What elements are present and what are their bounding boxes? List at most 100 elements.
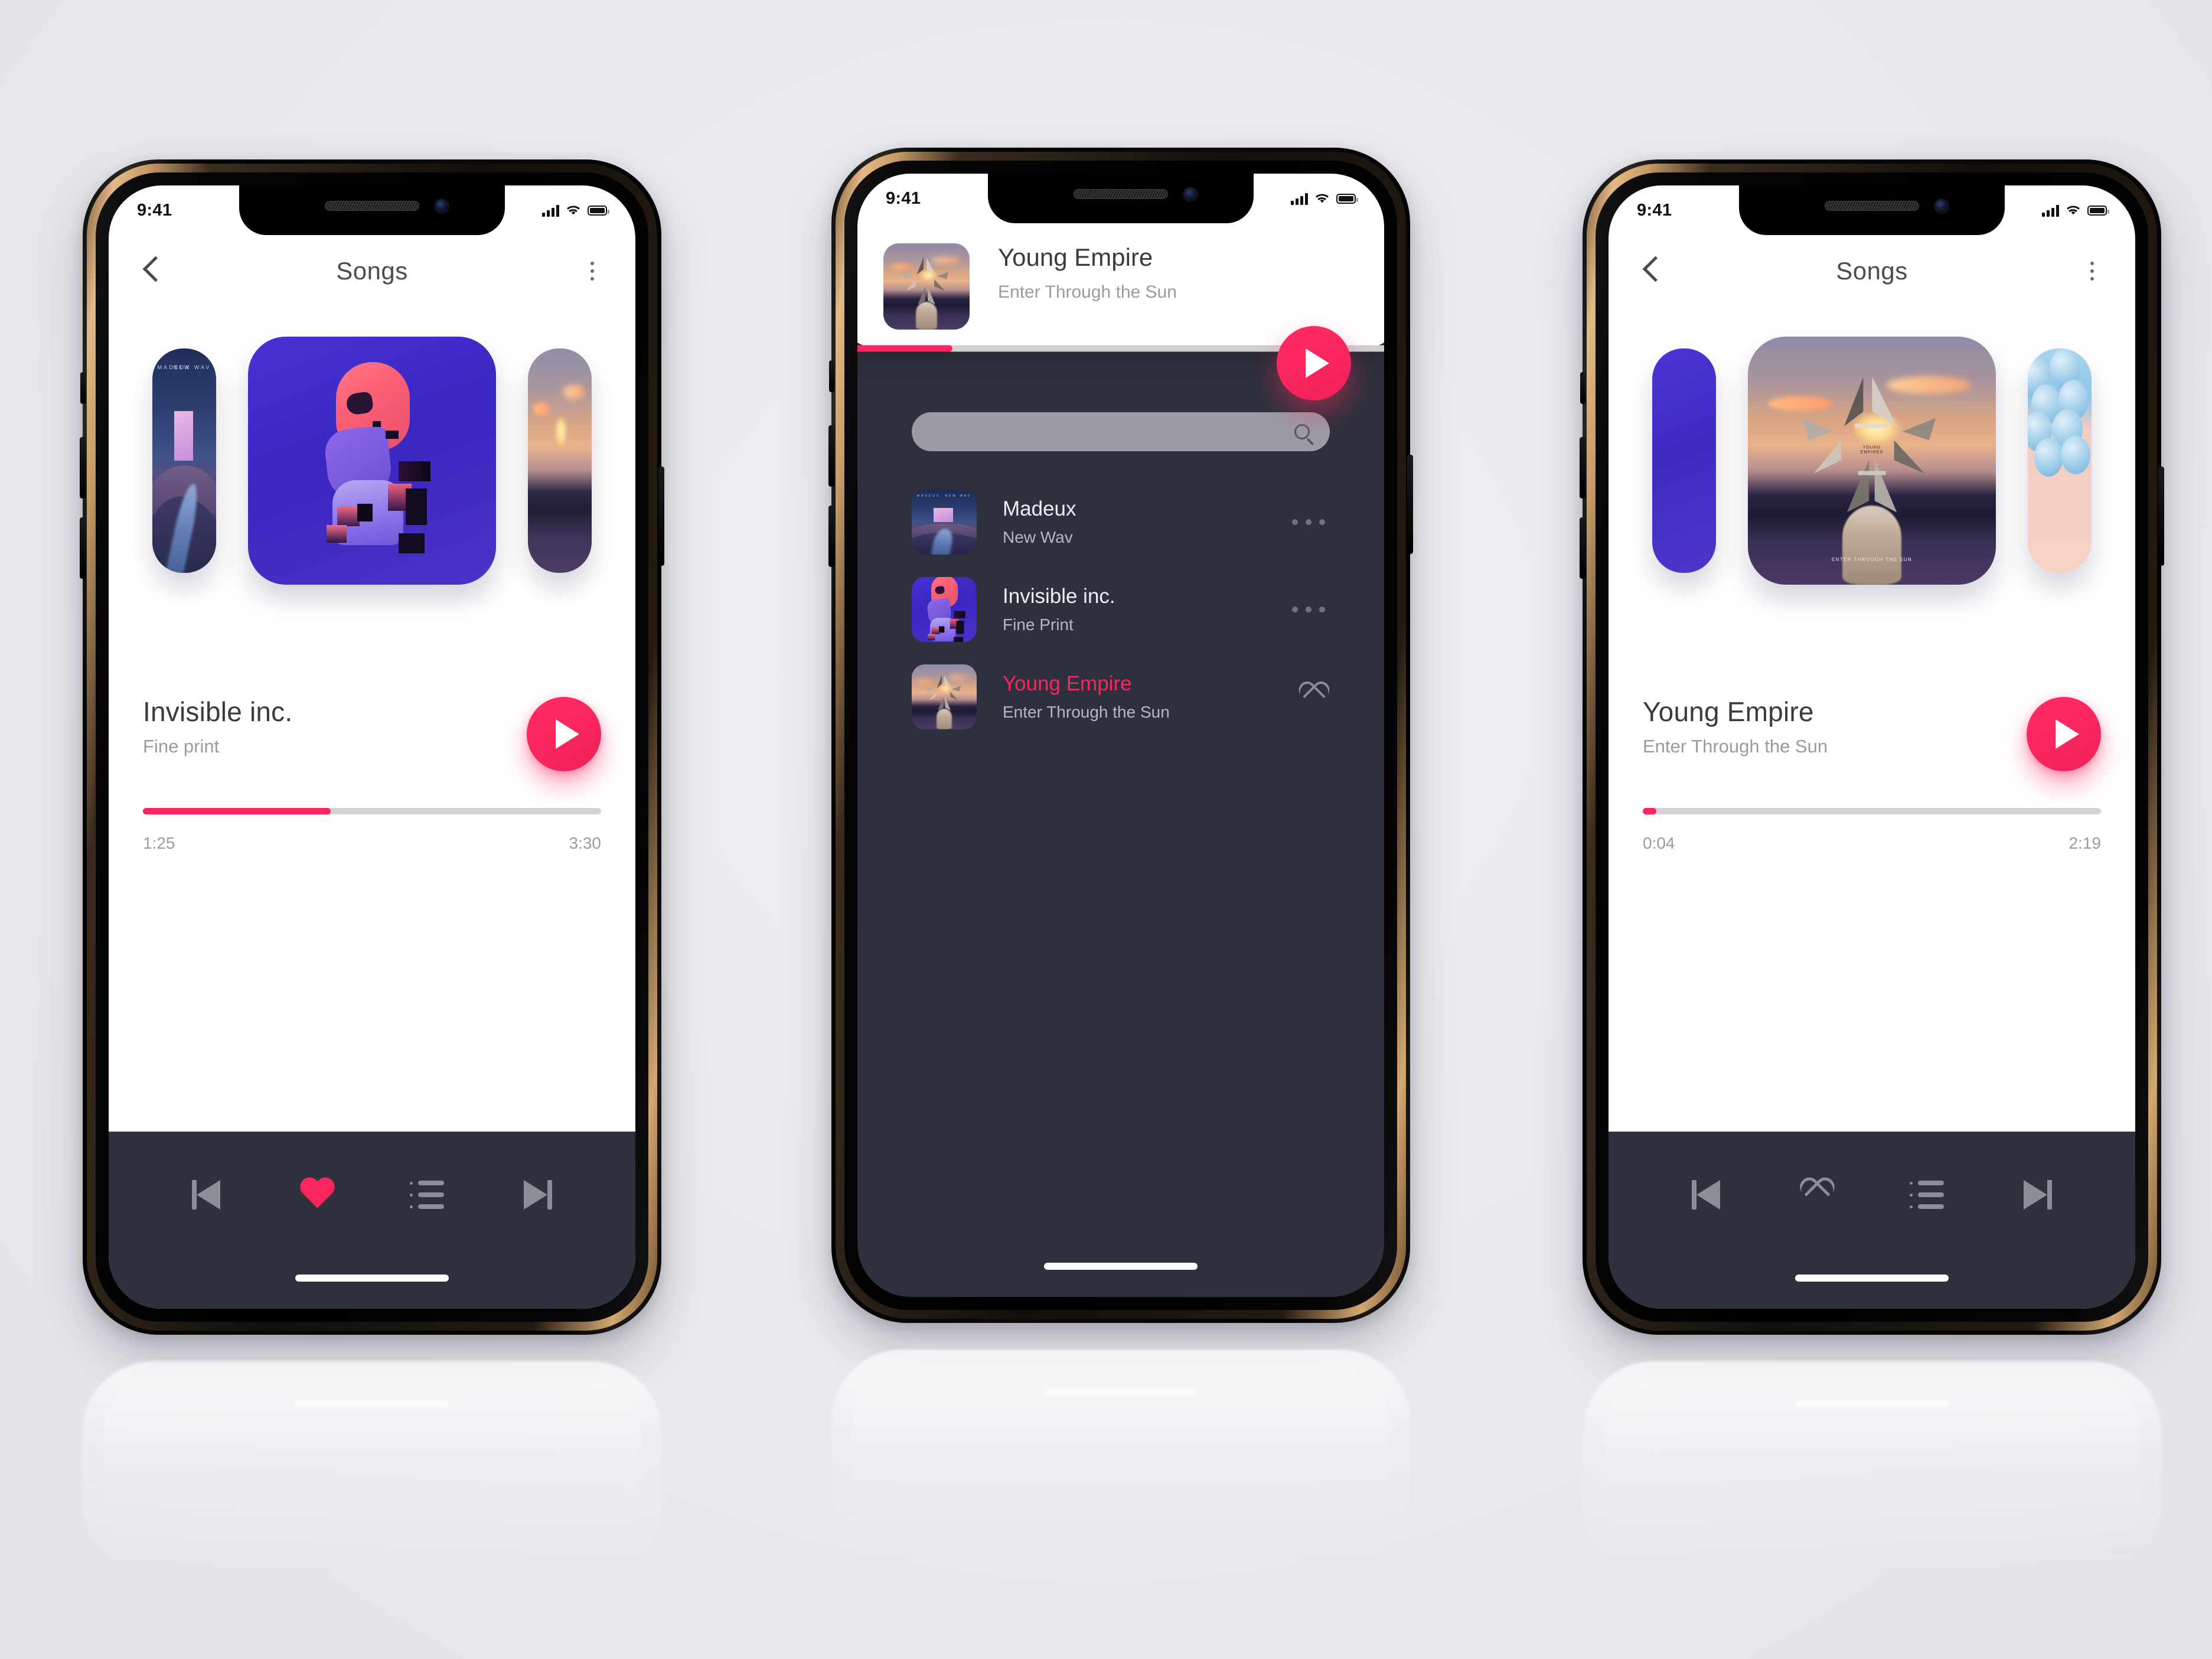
status-time: 9:41 — [886, 188, 921, 208]
carousel-cover-current[interactable]: YOUNG EMPIRES ENTER THROUGH THE SUN — [1748, 337, 1996, 585]
progress-fill — [1643, 808, 1657, 814]
song-subtitle: Enter Through the Sun — [1003, 703, 1170, 721]
cover-label-right: NEW WAV — [173, 364, 211, 370]
bottom-nav — [1609, 1132, 2135, 1309]
skip-previous-icon[interactable] — [188, 1175, 227, 1214]
carousel-cover-previous[interactable]: MADEUX NEW WAV — [152, 348, 216, 573]
track-artist: Enter Through the Sun — [998, 282, 1177, 302]
page-title: Songs — [336, 257, 408, 285]
bottom-nav — [109, 1132, 635, 1309]
home-indicator[interactable] — [295, 1275, 449, 1282]
now-playing-panel: Young Empire Enter Through the Sun 0:04 … — [1609, 682, 2135, 1132]
play-button[interactable] — [2027, 697, 2101, 771]
play-icon — [1305, 348, 1329, 378]
carousel-cover-next[interactable] — [2028, 348, 2092, 573]
home-indicator[interactable] — [1795, 1275, 1949, 1282]
progress-slider[interactable] — [143, 808, 601, 814]
song-title: Invisible inc. — [1003, 585, 1115, 608]
song-artwork — [912, 577, 977, 642]
cellular-signal-icon — [542, 204, 559, 217]
power-button[interactable] — [658, 467, 664, 566]
earpiece-speaker — [1074, 189, 1168, 199]
page-title: Songs — [1836, 257, 1908, 285]
song-meta: Madeux New Wav — [1003, 497, 1266, 547]
volume-up-button[interactable] — [828, 425, 834, 487]
play-button[interactable] — [1277, 326, 1351, 400]
song-artwork — [912, 664, 977, 729]
heart-filled-icon[interactable] — [298, 1175, 337, 1214]
volume-up-button[interactable] — [1580, 437, 1585, 498]
now-playing-thumbnail — [883, 243, 970, 330]
battery-full-icon — [588, 205, 609, 216]
skip-previous-icon[interactable] — [1688, 1175, 1727, 1214]
song-list: MADEUX NEW WAV Madeux New Wav Invisible … — [912, 478, 1330, 741]
phone-3: 9:41 Songs YOUNG EMPIRES ENTER THROUGH T… — [1580, 159, 2164, 1335]
now-playing-text: Young Empire Enter Through the Sun — [1643, 696, 1828, 757]
more-horizontal-icon[interactable] — [1292, 519, 1330, 525]
volume-up-button[interactable] — [80, 437, 86, 498]
screens-stage: 9:41 Songs MADEUX NEW WAV Invisible inc.… — [0, 0, 2212, 1659]
progress-slider[interactable] — [1643, 808, 2101, 814]
carousel-fade — [1609, 599, 2135, 687]
search-icon — [1294, 424, 1310, 439]
play-button[interactable] — [527, 697, 601, 771]
phone-2-screen: Young Empire Enter Through the Sun 9:41 — [857, 174, 1384, 1297]
list-item[interactable]: MADEUX NEW WAV Madeux New Wav — [912, 478, 1330, 566]
album-carousel[interactable]: MADEUX NEW WAV — [109, 307, 635, 614]
now-playing-card-text: Young Empire Enter Through the Sun — [998, 243, 1177, 302]
carousel-cover-current[interactable] — [248, 337, 496, 585]
phone-1-screen: 9:41 Songs MADEUX NEW WAV Invisible inc.… — [109, 185, 635, 1309]
time-labels: 0:04 2:19 — [1643, 834, 2101, 853]
skip-next-icon[interactable] — [2017, 1175, 2056, 1214]
power-button[interactable] — [2158, 467, 2164, 566]
playlist-icon[interactable] — [1907, 1175, 1946, 1214]
progress-fill — [143, 808, 331, 814]
heart-outline-icon[interactable] — [1797, 1175, 1836, 1214]
carousel-fade — [109, 599, 635, 687]
phone-3-reflection — [1583, 1361, 2161, 1574]
mute-switch[interactable] — [829, 360, 834, 392]
cover-river — [164, 483, 203, 573]
now-playing-panel: Invisible inc. Fine print 1:25 3:30 — [109, 682, 635, 1132]
mute-switch[interactable] — [80, 372, 86, 404]
device-notch — [1739, 185, 2005, 235]
song-meta: Invisible inc. Fine Print — [1003, 585, 1266, 634]
phone-2: Young Empire Enter Through the Sun 9:41 — [828, 148, 1413, 1323]
battery-full-icon — [2087, 205, 2109, 216]
search-input[interactable] — [912, 412, 1330, 451]
album-carousel[interactable]: YOUNG EMPIRES ENTER THROUGH THE SUN — [1609, 307, 2135, 614]
chevron-left-icon[interactable] — [142, 255, 162, 287]
list-item[interactable]: Invisible inc. Fine Print — [912, 566, 1330, 653]
carousel-cover-next[interactable] — [528, 348, 592, 573]
total-duration: 2:19 — [2069, 834, 2102, 852]
heart-outline-icon[interactable] — [1298, 682, 1330, 712]
album-art-graphic: YOUNG EMPIRES — [1802, 376, 1941, 515]
playlist-icon[interactable] — [407, 1175, 446, 1214]
carousel-cover-previous[interactable] — [1652, 348, 1716, 573]
status-time: 9:41 — [1637, 200, 1672, 220]
chevron-left-icon[interactable] — [1642, 255, 1662, 287]
track-title: Young Empire — [1643, 696, 1814, 727]
mute-switch[interactable] — [1580, 372, 1585, 404]
app-header: Songs — [109, 235, 635, 307]
earpiece-speaker — [325, 201, 419, 211]
cellular-signal-icon — [1291, 193, 1308, 205]
status-indicators — [2042, 204, 2109, 217]
track-title: Young Empire — [998, 243, 1153, 271]
more-horizontal-icon[interactable] — [1292, 607, 1330, 612]
more-vertical-icon[interactable] — [2082, 255, 2102, 287]
home-indicator[interactable] — [1044, 1263, 1198, 1270]
volume-down-button[interactable] — [80, 517, 86, 579]
wifi-icon — [1316, 194, 1329, 203]
album-art-graphic — [316, 362, 430, 554]
volume-down-button[interactable] — [1580, 517, 1585, 579]
phone-1: 9:41 Songs MADEUX NEW WAV Invisible inc.… — [80, 159, 664, 1335]
more-vertical-icon[interactable] — [582, 255, 602, 287]
power-button[interactable] — [1407, 455, 1413, 554]
skip-next-icon[interactable] — [517, 1175, 556, 1214]
song-artwork: MADEUX NEW WAV — [912, 490, 977, 555]
list-item[interactable]: Young Empire Enter Through the Sun — [912, 653, 1330, 741]
now-playing-card-content: Young Empire Enter Through the Sun — [883, 243, 1351, 330]
volume-down-button[interactable] — [828, 506, 834, 567]
device-notch — [239, 185, 505, 235]
